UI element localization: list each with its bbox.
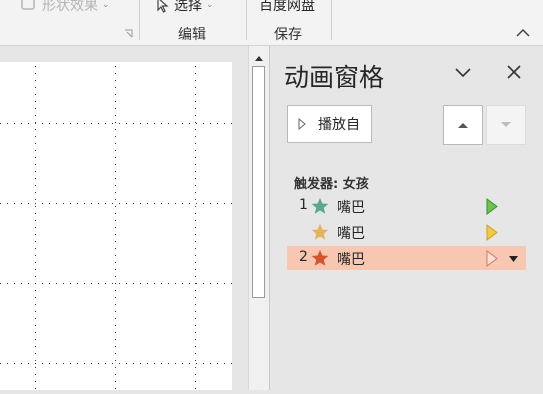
- animation-item[interactable]: 1 嘴巴: [287, 194, 526, 218]
- item-name: 嘴巴: [337, 252, 365, 268]
- play-from-label: 播放自: [318, 117, 360, 133]
- slide[interactable]: [0, 62, 232, 390]
- select-button[interactable]: 选择 ⌄: [156, 0, 214, 15]
- animation-item-selected[interactable]: 2 嘴巴: [287, 246, 526, 270]
- shape-effects-button[interactable]: 形状效果 ⌄: [20, 0, 110, 15]
- ribbon: 形状效果 ⌄ 选择 ⌄ 百度网盘 编辑 保存: [0, 0, 543, 46]
- chevron-down-icon[interactable]: [454, 66, 472, 80]
- star-icon: [311, 197, 329, 214]
- vertical-scrollbar[interactable]: [248, 46, 269, 390]
- item-name: 嘴巴: [337, 200, 365, 216]
- move-up-button[interactable]: [443, 105, 483, 145]
- shape-effects-icon: [21, 0, 35, 10]
- close-icon[interactable]: [506, 64, 522, 80]
- slide-canvas-area: [0, 46, 248, 390]
- play-from-button[interactable]: 播放自: [287, 105, 372, 143]
- item-number: 2: [299, 249, 308, 265]
- chevron-down-icon: ⌄: [206, 0, 214, 10]
- group-label-edit: 编辑: [178, 27, 206, 43]
- group-divider: [139, 0, 140, 40]
- animation-pane: 动画窗格 播放自 触发器: 女孩 1 嘴巴 嘴巴 2 嘴巴: [270, 46, 543, 390]
- move-up-icon: [458, 123, 468, 128]
- star-icon: [311, 249, 329, 266]
- group-label-save: 保存: [274, 27, 302, 43]
- select-label: 选择: [174, 0, 202, 14]
- item-number: 1: [299, 197, 308, 213]
- move-down-button[interactable]: [486, 105, 526, 145]
- trigger-label: 触发器: 女孩: [294, 177, 369, 192]
- play-triangle-icon: [298, 118, 306, 130]
- scroll-up-icon[interactable]: [253, 52, 265, 64]
- chevron-down-icon[interactable]: [509, 256, 518, 262]
- pane-title: 动画窗格: [284, 63, 385, 92]
- timeline-marker-icon[interactable]: [486, 198, 498, 215]
- timeline-marker-icon[interactable]: [486, 224, 498, 241]
- baidu-netdisk-button[interactable]: 百度网盘: [259, 0, 315, 15]
- shape-effects-label: 形状效果: [42, 0, 98, 14]
- chevron-down-icon: ⌄: [102, 0, 110, 10]
- cursor-arrow-icon: [157, 0, 169, 13]
- item-name: 嘴巴: [337, 226, 365, 242]
- group-divider: [246, 0, 247, 40]
- dialog-launcher-icon[interactable]: [124, 29, 133, 38]
- scrollbar-thumb[interactable]: [252, 66, 265, 298]
- gridlines: [0, 66, 232, 390]
- chevron-up-icon[interactable]: [514, 26, 532, 40]
- star-icon: [311, 223, 329, 240]
- timeline-marker-icon[interactable]: [486, 250, 498, 267]
- move-down-icon: [501, 122, 511, 127]
- animation-item[interactable]: 嘴巴: [287, 220, 526, 244]
- group-divider: [331, 0, 332, 40]
